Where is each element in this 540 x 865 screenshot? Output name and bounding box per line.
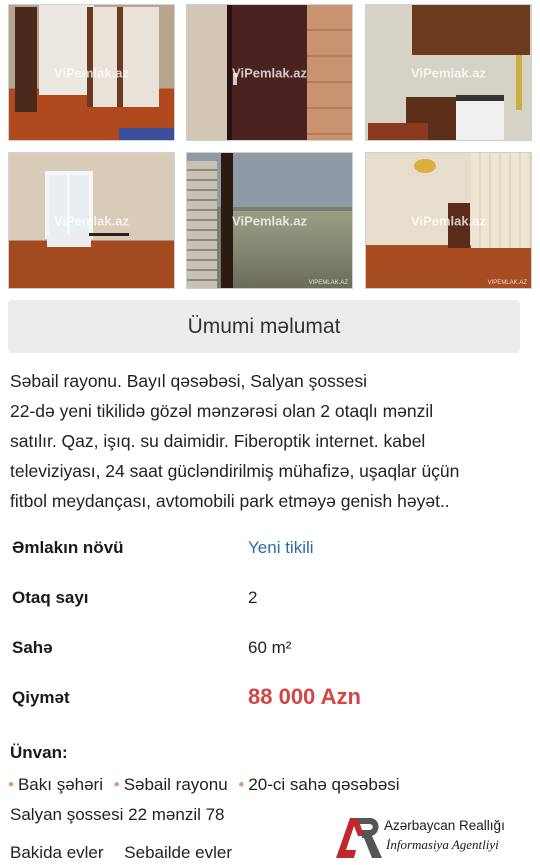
listing-description: Səbail rayonu. Bayıl qəsəbəsi, Salyan şo…: [10, 366, 530, 516]
property-row-type: Əmlakın növü Yeni tikili: [12, 538, 512, 568]
bullet-icon: •: [113, 775, 120, 794]
photo-thumbnail-2[interactable]: ViPemlak.az: [186, 4, 353, 141]
property-value: 2: [248, 588, 258, 607]
address-part[interactable]: Səbail rayonu: [124, 775, 228, 794]
section-header-general-info: Ümumi məlumat: [8, 300, 520, 353]
tag-list: Bakida evler Sebailde evler: [10, 843, 248, 863]
ar-logo-icon: [336, 818, 382, 858]
watermark: ViPemlak.az: [411, 65, 486, 80]
watermark: ViPemlak.az: [54, 65, 129, 80]
agency-logo: Azərbaycan Reallığı İnformasiya Agentliy…: [334, 814, 534, 860]
property-label: Sahə: [12, 638, 53, 657]
watermark: ViPemlak.az: [411, 213, 486, 228]
photo-tag: VIPEMLAK.AZ: [308, 280, 348, 286]
tag-link[interactable]: Bakida evler: [10, 843, 104, 862]
photo-thumbnail-1[interactable]: ViPemlak.az: [8, 4, 175, 141]
address-breadcrumb: • Bakı şəhəri • Səbail rayonu • 20-ci sahə …: [8, 775, 406, 795]
bullet-icon: •: [8, 775, 14, 794]
photo-tag: VIPEMLAK.AZ: [487, 280, 527, 286]
photo-thumbnail-4[interactable]: ViPemlak.az: [8, 152, 175, 289]
description-line: 22-də yeni tikilidə gözəl mənzərəsi olan…: [10, 401, 434, 421]
photo-thumbnail-3[interactable]: ViPemlak.az: [365, 4, 532, 141]
property-label: Əmlakın növü: [12, 538, 124, 557]
property-value: 60 m²: [248, 638, 292, 657]
watermark: ViPemlak.az: [54, 213, 129, 228]
property-row-price: Qiymət 88 000 Azn: [12, 684, 512, 718]
property-label: Otaq sayı: [12, 588, 89, 607]
address-part[interactable]: Bakı şəhəri: [18, 775, 103, 794]
address-part[interactable]: 20-ci sahə qəsəbəsi: [248, 775, 399, 794]
photo-thumbnail-6[interactable]: ViPemlak.az VIPEMLAK.AZ: [365, 152, 532, 289]
property-row-area: Sahə 60 m²: [12, 638, 512, 668]
property-type-link[interactable]: Yeni tikili: [248, 538, 314, 558]
property-label: Qiymət: [12, 688, 70, 707]
description-line: Səbail rayonu. Bayıl qəsəbəsi, Salyan şo…: [10, 371, 368, 391]
address-label: Ünvan:: [10, 743, 68, 762]
address-street: Salyan şossesi 22 mənzil 78: [10, 805, 225, 824]
watermark: ViPemlak.az: [232, 65, 307, 80]
photo-thumbnail-5[interactable]: ViPemlak.az VIPEMLAK.AZ: [186, 152, 353, 289]
watermark: ViPemlak.az: [232, 213, 307, 228]
property-row-rooms: Otaq sayı 2: [12, 588, 512, 618]
bullet-icon: •: [238, 775, 245, 794]
description-line: televiziyası, 24 saat gücləndirilmiş müh…: [10, 461, 460, 481]
logo-subtitle: İnformasiya Agentliyi: [386, 837, 499, 852]
description-line: satılır. Qaz, işıq. su daimidir. Fiberop…: [10, 431, 426, 451]
logo-title: Azərbaycan Reallığı: [384, 818, 505, 833]
description-line: fitbol meydançası, avtomobili park etməy…: [10, 491, 450, 511]
price-value: 88 000 Azn: [248, 684, 361, 709]
tag-link[interactable]: Sebailde evler: [124, 843, 232, 862]
